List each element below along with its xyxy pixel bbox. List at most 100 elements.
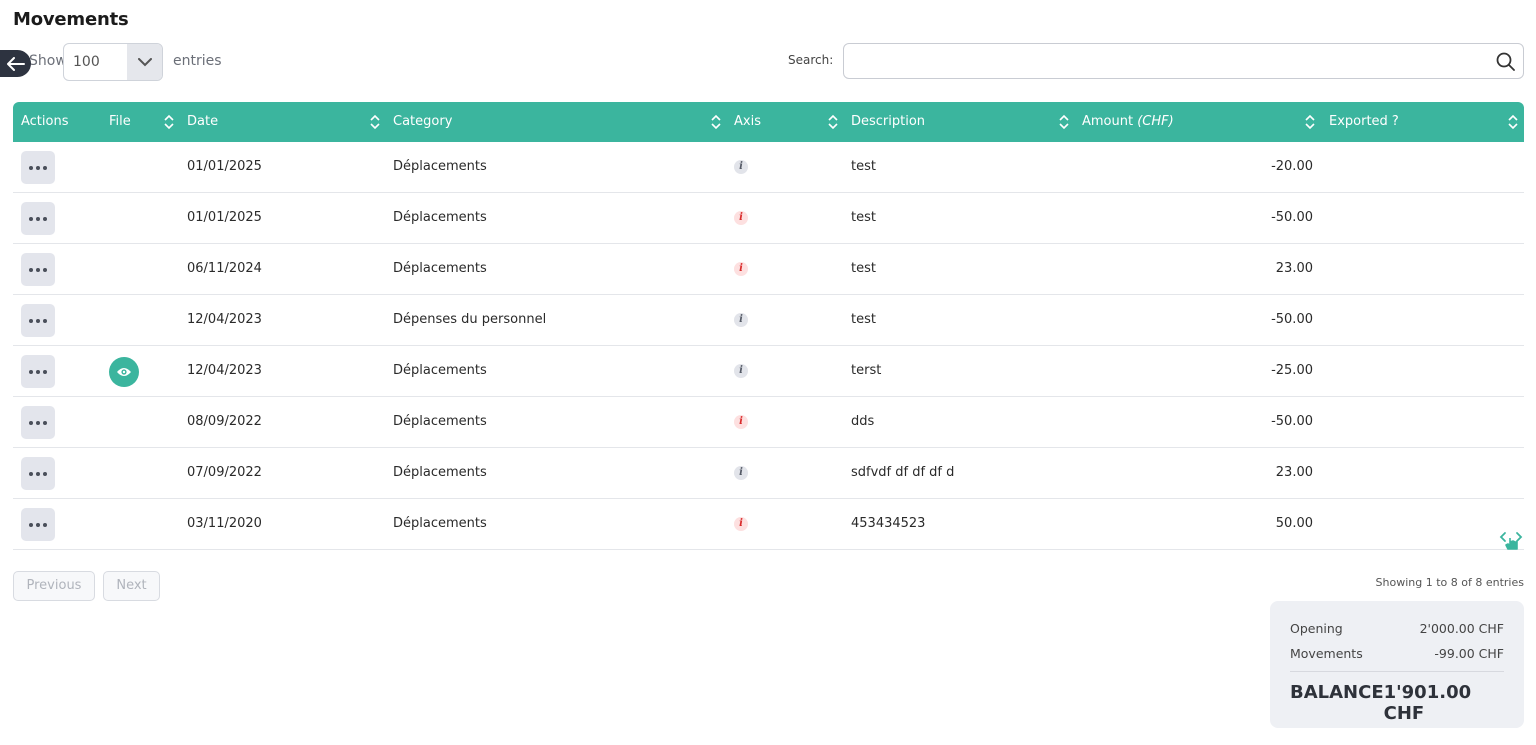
axis-info-icon[interactable]: i <box>734 262 748 276</box>
table-row: 06/11/2024 Déplacements i test 23.00 <box>13 244 1524 295</box>
sort-icon[interactable] <box>1508 114 1518 130</box>
dot <box>36 420 40 425</box>
row-description: test <box>851 312 876 327</box>
arrow-left-icon <box>6 56 25 71</box>
row-amount: -50.00 <box>1271 210 1313 225</box>
eye-icon <box>117 368 131 376</box>
column-header-description[interactable]: Description <box>851 102 925 142</box>
dot <box>29 369 33 374</box>
dot <box>29 420 33 425</box>
row-date: 01/01/2025 <box>187 210 262 225</box>
axis-info-icon[interactable]: i <box>734 466 748 480</box>
dot <box>36 318 40 323</box>
row-actions-button[interactable] <box>21 202 55 235</box>
search-input[interactable] <box>844 44 1484 78</box>
pagination-info: Showing 1 to 8 of 8 entries <box>1375 576 1524 589</box>
axis-info-icon[interactable]: i <box>734 160 748 174</box>
dot <box>36 165 40 170</box>
summary-opening-label: Opening <box>1290 621 1343 636</box>
dot <box>29 216 33 221</box>
row-actions-button[interactable] <box>21 406 55 439</box>
sort-icon[interactable] <box>711 114 721 130</box>
page-title: Movements <box>13 9 129 30</box>
pagination-next-button[interactable]: Next <box>103 571 160 601</box>
summary-movements-value: -99.00 CHF <box>1434 646 1504 661</box>
dot <box>36 522 40 527</box>
pagination-previous-button[interactable]: Previous <box>13 571 95 601</box>
column-header-actions: Actions <box>21 114 69 129</box>
view-file-button[interactable] <box>109 357 139 387</box>
row-date: 12/04/2023 <box>187 312 262 327</box>
axis-info-icon[interactable]: i <box>734 364 748 378</box>
summary-movements-row: Movements -99.00 CHF <box>1290 646 1504 671</box>
row-date: 03/11/2020 <box>187 516 262 531</box>
column-header-amount-unit: (CHF) <box>1137 114 1174 129</box>
column-header-date[interactable]: Date <box>187 102 218 142</box>
dot <box>43 471 47 476</box>
dot <box>36 267 40 272</box>
row-actions-button[interactable] <box>21 457 55 490</box>
chevron-down-icon <box>127 44 162 80</box>
entries-per-page-select[interactable]: 100 <box>63 43 163 81</box>
table-row: 03/11/2020 Déplacements i 453434523 50.00 <box>13 499 1524 550</box>
back-button[interactable] <box>0 50 31 77</box>
dot <box>29 165 33 170</box>
row-amount: -25.00 <box>1271 363 1313 378</box>
row-actions-button[interactable] <box>21 304 55 337</box>
table-row: 12/04/2023 Déplacements i terst -25.00 <box>13 346 1524 397</box>
row-actions-button[interactable] <box>21 253 55 286</box>
summary-balance-row: BALANCE 1'901.00 CHF <box>1290 682 1504 724</box>
row-category: Déplacements <box>393 159 487 174</box>
summary-divider <box>1290 671 1504 672</box>
row-description: terst <box>851 363 882 378</box>
sort-icon[interactable] <box>828 114 838 130</box>
sort-icon[interactable] <box>1059 114 1069 130</box>
dot <box>29 522 33 527</box>
row-category: Dépenses du personnel <box>393 312 547 327</box>
summary-opening-row: Opening 2'000.00 CHF <box>1290 621 1504 646</box>
table-row: 12/04/2023 Dépenses du personnel i test -50.… <box>13 295 1524 346</box>
table-row: 01/01/2025 Déplacements i test -50.00 <box>13 193 1524 244</box>
column-header-exported[interactable]: Exported ? <box>1329 102 1399 142</box>
length-show-label: Show <box>29 53 67 69</box>
row-description: sdfvdf df df df d <box>851 465 955 480</box>
sort-icon[interactable] <box>1305 114 1315 130</box>
row-amount: -50.00 <box>1271 414 1313 429</box>
summary-balance-label: BALANCE <box>1290 682 1384 703</box>
table-row: 07/09/2022 Déplacements i sdfvdf df df df d… <box>13 448 1524 499</box>
dot <box>29 471 33 476</box>
movements-table: Actions File Date Category Axis Descript… <box>13 102 1524 550</box>
axis-info-icon[interactable]: i <box>734 313 748 327</box>
search-field[interactable] <box>843 43 1524 79</box>
search-icon[interactable] <box>1496 52 1515 71</box>
dot <box>43 420 47 425</box>
row-amount: 23.00 <box>1275 465 1313 480</box>
column-header-axis[interactable]: Axis <box>734 102 761 142</box>
row-date: 08/09/2022 <box>187 414 262 429</box>
row-description: test <box>851 261 876 276</box>
row-category: Déplacements <box>393 465 487 480</box>
row-amount: 50.00 <box>1275 516 1313 531</box>
table-body: 01/01/2025 Déplacements i test -20.00 01/01/2… <box>13 142 1524 550</box>
column-header-amount[interactable]: Amount (CHF) <box>1082 102 1174 142</box>
axis-info-icon[interactable]: i <box>734 517 748 531</box>
row-actions-button[interactable] <box>21 355 55 388</box>
row-category: Déplacements <box>393 516 487 531</box>
row-date: 01/01/2025 <box>187 159 262 174</box>
dot <box>43 216 47 221</box>
dot <box>36 369 40 374</box>
row-description: test <box>851 159 876 174</box>
column-header-file[interactable]: File <box>109 102 131 142</box>
row-category: Déplacements <box>393 210 487 225</box>
axis-info-icon[interactable]: i <box>734 415 748 429</box>
column-header-category[interactable]: Category <box>393 102 452 142</box>
table-row: 08/09/2022 Déplacements i dds -50.00 <box>13 397 1524 448</box>
axis-info-icon[interactable]: i <box>734 211 748 225</box>
row-actions-button[interactable] <box>21 151 55 184</box>
sort-icon[interactable] <box>370 114 380 130</box>
search-label: Search: <box>788 53 834 67</box>
row-actions-button[interactable] <box>21 508 55 541</box>
table-header: Actions File Date Category Axis Descript… <box>13 102 1524 142</box>
row-description: 453434523 <box>851 516 926 531</box>
sort-icon[interactable] <box>164 114 174 130</box>
